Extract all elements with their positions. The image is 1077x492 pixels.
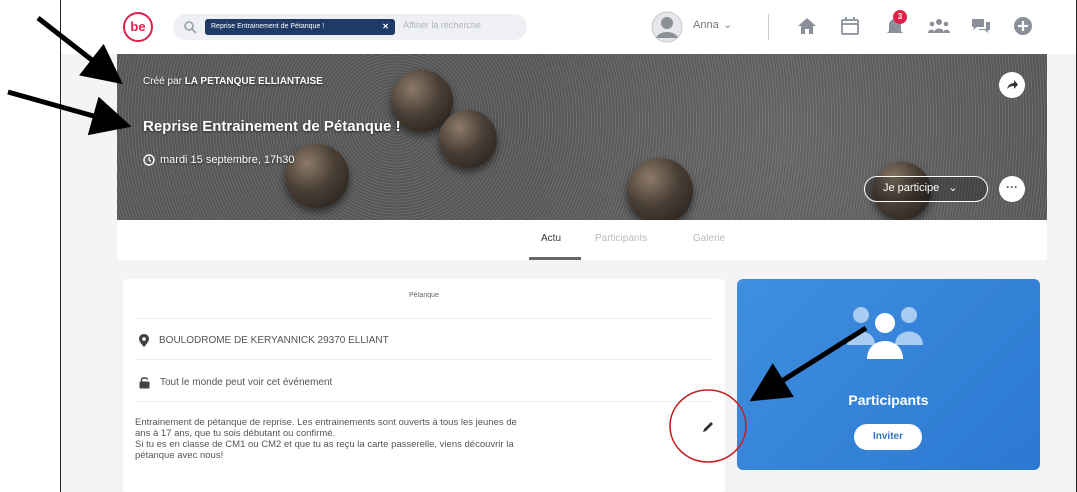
event-location: BOULODROME DE KERYANNICK 29370 ELLIANT xyxy=(139,334,389,347)
organizer-link[interactable]: LA PETANQUE ELLIANTAISE xyxy=(185,76,323,87)
app-window: be Reprise Entrainement de Pétanque ! ✕ … xyxy=(60,0,1077,492)
notifications-button[interactable]: 3 xyxy=(883,10,907,38)
search-filter-chip[interactable]: Reprise Entrainement de Pétanque ! ✕ xyxy=(205,19,395,35)
lock-icon xyxy=(139,377,150,389)
invite-button[interactable]: Inviter xyxy=(854,424,922,450)
messages-icon[interactable] xyxy=(969,14,993,38)
event-category: Pétanque xyxy=(409,292,439,299)
clock-icon xyxy=(143,154,155,166)
participants-title: Participants xyxy=(848,392,929,408)
description-line: Si tu es en classe de CM1 ou CM2 et que … xyxy=(135,439,514,450)
cover-ball xyxy=(627,158,693,220)
divider xyxy=(135,318,713,319)
search-bar[interactable]: Reprise Entrainement de Pétanque ! ✕ Aff… xyxy=(173,14,527,40)
home-icon[interactable] xyxy=(795,14,819,38)
description-line: Entrainement de pétanque de reprise. Les… xyxy=(135,417,517,428)
user-name[interactable]: Anna xyxy=(693,19,719,31)
notification-badge: 3 xyxy=(893,10,907,24)
participants-card: Participants Inviter xyxy=(737,279,1040,470)
chip-close-icon[interactable]: ✕ xyxy=(382,19,389,35)
app-logo[interactable]: be xyxy=(123,12,153,42)
tab-galerie[interactable]: Galerie xyxy=(693,233,725,244)
chevron-down-icon[interactable]: ⌄ xyxy=(723,18,732,31)
top-bar: be Reprise Entrainement de Pétanque ! ✕ … xyxy=(61,0,1076,54)
event-date: mardi 15 septembre, 17h30 xyxy=(143,154,295,166)
visibility-text: Tout le monde peut voir cet événement xyxy=(160,377,333,388)
event-description: Entrainement de pétanque de reprise. Les… xyxy=(135,417,675,461)
tab-actu[interactable]: Actu xyxy=(541,233,561,244)
event-cover: Créé par LA PETANQUE ELLIANTAISE Reprise… xyxy=(117,54,1047,220)
description-line: pétanque avec nous! xyxy=(135,450,224,461)
divider xyxy=(768,14,769,40)
event-creator: Créé par LA PETANQUE ELLIANTAISE xyxy=(143,76,323,87)
tab-participants[interactable]: Participants xyxy=(595,233,647,244)
divider xyxy=(135,401,713,402)
event-date-text: mardi 15 septembre, 17h30 xyxy=(160,154,295,166)
share-button[interactable] xyxy=(999,72,1025,98)
participate-button[interactable]: Je participe ⌄ xyxy=(864,176,988,202)
divider xyxy=(135,359,713,360)
event-info-card: Pétanque BOULODROME DE KERYANNICK 29370 … xyxy=(123,279,725,492)
edit-pencil-icon[interactable] xyxy=(701,420,715,434)
calendar-icon[interactable] xyxy=(838,14,862,38)
avatar[interactable] xyxy=(651,11,683,43)
event-title: Reprise Entrainement de Pétanque ! xyxy=(143,118,401,135)
event-tabs: Actu Participants Galerie xyxy=(117,220,1047,260)
search-input[interactable]: Affiner la recherche xyxy=(403,20,481,30)
created-by-prefix: Créé par xyxy=(143,76,182,87)
participate-label: Je participe xyxy=(883,182,940,194)
location-text: BOULODROME DE KERYANNICK 29370 ELLIANT xyxy=(159,335,389,346)
add-icon[interactable] xyxy=(1011,14,1035,38)
active-tab-indicator xyxy=(529,257,581,260)
chevron-down-icon: ⌄ xyxy=(948,182,958,194)
event-visibility: Tout le monde peut voir cet événement xyxy=(139,376,332,389)
cover-ball xyxy=(439,110,497,168)
location-pin-icon xyxy=(139,334,149,347)
groups-icon[interactable] xyxy=(927,14,951,38)
people-icon xyxy=(847,307,923,359)
description-line: ans à 17 ans, que tu sois débutant ou co… xyxy=(135,428,336,439)
share-arrow-icon xyxy=(1007,80,1018,89)
search-chip-label: Reprise Entrainement de Pétanque ! xyxy=(211,23,325,30)
search-icon xyxy=(184,21,197,34)
more-options-button[interactable]: ··· xyxy=(999,176,1025,202)
